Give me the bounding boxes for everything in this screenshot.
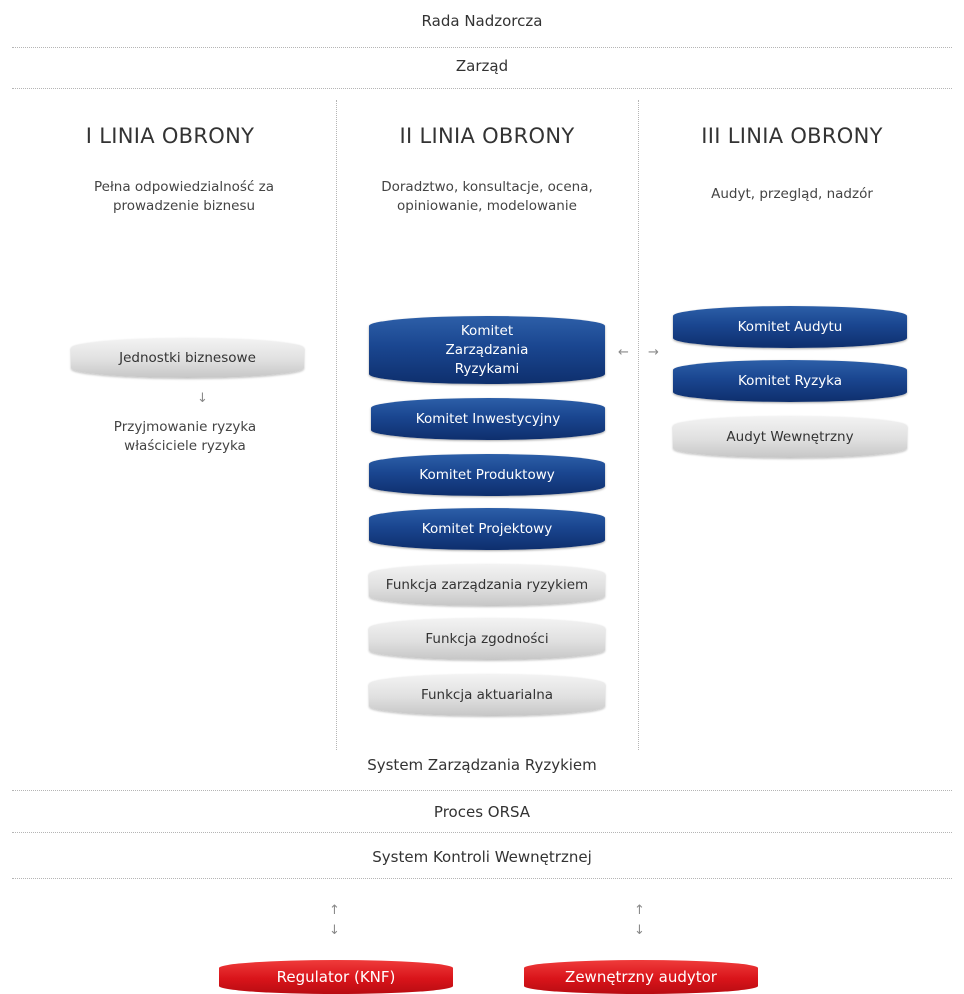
arrow-down-icon: ↓ bbox=[197, 391, 208, 406]
box-actuarial-function[interactable]: Funkcja aktuarialna bbox=[369, 674, 605, 716]
divider-bottom-3 bbox=[12, 878, 952, 879]
divider-bottom-2 bbox=[12, 832, 952, 833]
box-compliance-function[interactable]: Funkcja zgodności bbox=[369, 618, 605, 660]
box-product-committee[interactable]: Komitet Produktowy bbox=[369, 454, 605, 496]
box-risk-committee[interactable]: Komitet Ryzyka bbox=[673, 360, 907, 402]
box-regulator[interactable]: Regulator (KNF) bbox=[219, 960, 453, 994]
arrow-left-icon: ← bbox=[618, 345, 629, 360]
divider-bottom-1 bbox=[12, 790, 952, 791]
column-divider-right bbox=[638, 100, 639, 750]
line-3-title: III LINIA OBRONY bbox=[701, 124, 883, 148]
arrow-down-icon: ↓ bbox=[329, 923, 340, 938]
box-audit-committee[interactable]: Komitet Audytu bbox=[673, 306, 907, 348]
divider-top-2 bbox=[12, 88, 952, 89]
line-1-note: Przyjmowanie ryzyka właściciele ryzyka bbox=[113, 419, 257, 454]
box-investment-committee[interactable]: Komitet Inwestycyjny bbox=[371, 398, 605, 440]
box-project-committee[interactable]: Komitet Projektowy bbox=[369, 508, 605, 550]
line-2-description: Doradztwo, konsultacje, ocena, opiniowan… bbox=[381, 179, 593, 214]
box-business-units[interactable]: Jednostki biznesowe bbox=[71, 338, 304, 378]
arrow-up-icon: ↑ bbox=[329, 903, 340, 918]
box-external-auditor[interactable]: Zewnętrzny audytor bbox=[524, 960, 758, 994]
internal-control-system-label: System Kontroli Wewnętrznej bbox=[372, 848, 592, 866]
divider-top-1 bbox=[12, 47, 952, 48]
orsa-label: Proces ORSA bbox=[433, 803, 531, 821]
column-divider-left bbox=[336, 100, 337, 750]
arrow-up-icon: ↑ bbox=[634, 903, 645, 918]
line-3-description: Audyt, przegląd, nadzór bbox=[711, 186, 873, 202]
board-label: Rada Nadzorcza bbox=[421, 12, 543, 30]
line-1-description: Pełna odpowiedzialność za prowadzenie bi… bbox=[93, 179, 275, 214]
arrow-down-icon: ↓ bbox=[634, 923, 645, 938]
line-2-title: II LINIA OBRONY bbox=[399, 124, 575, 148]
box-internal-audit[interactable]: Audyt Wewnętrzny bbox=[673, 416, 907, 458]
management-label: Zarząd bbox=[455, 57, 509, 75]
line-1-title: I LINIA OBRONY bbox=[85, 124, 255, 148]
risk-management-system-label: System Zarządzania Ryzykiem bbox=[367, 756, 597, 774]
box-risk-management-committee[interactable]: Komitet Zarządzania Ryzykami bbox=[369, 316, 605, 384]
box-risk-management-function[interactable]: Funkcja zarządzania ryzykiem bbox=[369, 564, 605, 606]
arrow-right-icon: → bbox=[648, 345, 659, 360]
